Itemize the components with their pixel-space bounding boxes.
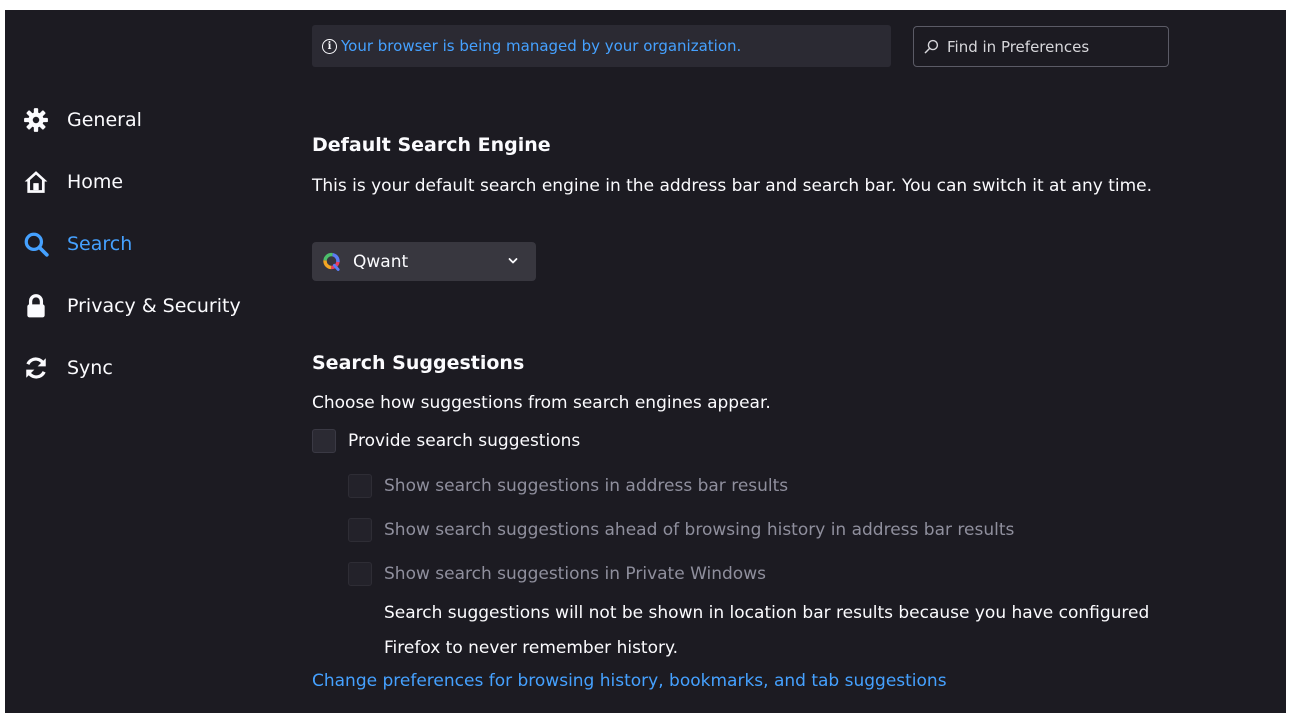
search-icon bbox=[23, 231, 49, 257]
lock-icon bbox=[23, 293, 49, 319]
gear-icon bbox=[23, 107, 49, 133]
address-bar-suggestions-row: Show search suggestions in address bar r… bbox=[348, 474, 788, 498]
suggestions-disabled-note: Search suggestions will not be shown in … bbox=[384, 603, 1150, 658]
provide-suggestions-label[interactable]: Provide search suggestions bbox=[348, 431, 580, 451]
suggestions-ahead-of-history-checkbox bbox=[348, 518, 372, 542]
chevron-down-icon bbox=[508, 258, 518, 264]
find-in-preferences-input[interactable] bbox=[947, 37, 1147, 56]
default-search-engine-value: Qwant bbox=[353, 251, 409, 272]
private-windows-suggestions-checkbox bbox=[348, 562, 372, 586]
provide-suggestions-checkbox[interactable] bbox=[312, 429, 336, 453]
search-suggestions-heading: Search Suggestions bbox=[312, 352, 525, 374]
sidebar-item-label: Search bbox=[67, 233, 133, 255]
change-history-preferences-link[interactable]: Change preferences for browsing history,… bbox=[312, 671, 947, 691]
default-search-engine-description: This is your default search engine in th… bbox=[312, 176, 1153, 196]
find-in-preferences-box[interactable] bbox=[913, 26, 1169, 67]
sidebar-item-label: General bbox=[67, 109, 142, 131]
suggestions-ahead-of-history-label: Show search suggestions ahead of browsin… bbox=[384, 520, 1015, 540]
sidebar-item-privacy[interactable]: Privacy & Security bbox=[23, 286, 241, 326]
managed-banner-text[interactable]: Your browser is being managed by your or… bbox=[341, 37, 741, 55]
home-icon bbox=[23, 169, 49, 195]
suggestions-ahead-of-history-row: Show search suggestions ahead of browsin… bbox=[348, 518, 1014, 542]
sidebar-item-sync[interactable]: Sync bbox=[23, 348, 113, 388]
sidebar-item-label: Privacy & Security bbox=[67, 295, 241, 317]
provide-suggestions-row[interactable]: Provide search suggestions bbox=[312, 429, 580, 453]
default-search-engine-heading: Default Search Engine bbox=[312, 134, 551, 156]
search-icon bbox=[924, 39, 939, 54]
address-bar-suggestions-checkbox bbox=[348, 474, 372, 498]
sidebar-item-search[interactable]: Search bbox=[23, 224, 132, 264]
qwant-logo-icon bbox=[323, 252, 340, 271]
private-windows-suggestions-label: Show search suggestions in Private Windo… bbox=[384, 564, 766, 584]
managed-by-organization-banner[interactable]: i Your browser is being managed by your … bbox=[312, 25, 891, 67]
sidebar-item-label: Home bbox=[67, 171, 124, 193]
address-bar-suggestions-label: Show search suggestions in address bar r… bbox=[384, 476, 789, 496]
preferences-window: i Your browser is being managed by your … bbox=[5, 10, 1286, 713]
sync-icon bbox=[23, 355, 49, 381]
private-windows-suggestions-row: Show search suggestions in Private Windo… bbox=[348, 562, 766, 586]
info-icon: i bbox=[322, 38, 337, 54]
sidebar-item-general[interactable]: General bbox=[23, 100, 142, 140]
sidebar-item-home[interactable]: Home bbox=[23, 162, 123, 202]
default-search-engine-dropdown[interactable]: Qwant bbox=[312, 242, 536, 281]
search-suggestions-description: Choose how suggestions from search engin… bbox=[312, 393, 771, 413]
sidebar-item-label: Sync bbox=[67, 357, 113, 379]
